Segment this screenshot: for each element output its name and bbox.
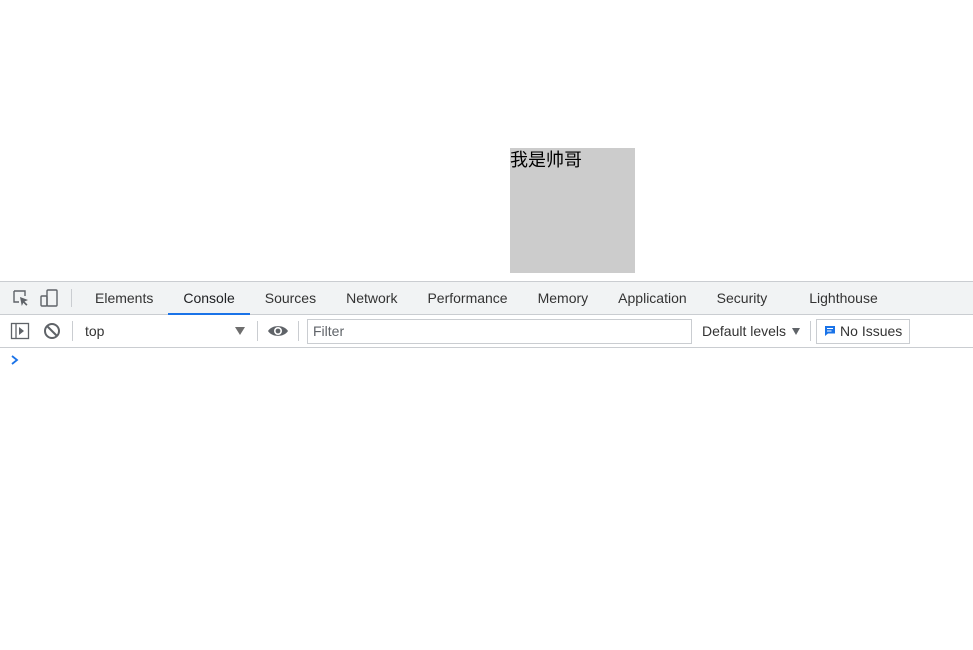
toolbar-separator	[810, 321, 812, 341]
issues-button[interactable]: No Issues	[816, 318, 911, 344]
chevron-down-icon	[792, 327, 801, 335]
tab-label: Sources	[264, 290, 317, 306]
inspect-element-icon[interactable]	[7, 282, 35, 314]
live-expression-icon[interactable]	[266, 319, 290, 343]
show-sidebar-icon[interactable]	[8, 319, 32, 343]
page-viewport: 我是帅哥	[0, 0, 973, 281]
console-output[interactable]	[0, 348, 973, 648]
tab-label: Application	[618, 290, 687, 306]
tab-lighthouse[interactable]: Lighthouse	[794, 282, 893, 314]
tab-label: Console	[183, 290, 235, 306]
issues-message-icon	[825, 326, 836, 336]
tab-network[interactable]: Network	[331, 282, 412, 314]
devtools-panel: Elements Console Sources Network Perform…	[0, 281, 973, 650]
filter-input[interactable]	[307, 318, 692, 344]
toolbar-separator	[257, 321, 258, 341]
toolbar-separator	[72, 321, 73, 341]
issues-label: No Issues	[840, 323, 903, 339]
toolbar-separator	[298, 321, 299, 341]
tab-performance[interactable]: Performance	[412, 282, 522, 314]
tab-label: Lighthouse	[809, 290, 878, 306]
clear-console-icon[interactable]	[40, 319, 64, 343]
tab-application[interactable]: Application	[603, 282, 702, 314]
log-levels-dropdown[interactable]: Default levels	[702, 323, 801, 339]
tab-security[interactable]: Security	[702, 282, 783, 314]
demo-box-text: 我是帅哥	[510, 150, 582, 171]
tab-elements[interactable]: Elements	[80, 282, 168, 314]
console-toolbar: top Default levels No Issues	[0, 315, 973, 348]
console-prompt-chevron-icon	[11, 355, 19, 365]
tab-label: Elements	[95, 290, 154, 306]
context-selector[interactable]: top	[81, 319, 249, 343]
tab-memory[interactable]: Memory	[523, 282, 604, 314]
chevron-down-icon	[235, 327, 245, 335]
tab-label: Memory	[537, 290, 589, 306]
tab-sources[interactable]: Sources	[250, 282, 331, 314]
device-toolbar-icon[interactable]	[35, 282, 63, 314]
tabbar-separator	[71, 289, 72, 307]
context-value: top	[85, 323, 105, 339]
devtools-tabbar: Elements Console Sources Network Perform…	[0, 281, 973, 315]
tab-console[interactable]: Console	[168, 282, 251, 315]
demo-box: 我是帅哥	[510, 148, 635, 273]
tab-label: Security	[716, 290, 768, 306]
tab-label: Performance	[427, 290, 508, 306]
tab-label: Network	[346, 290, 398, 306]
log-levels-label: Default levels	[702, 323, 787, 339]
